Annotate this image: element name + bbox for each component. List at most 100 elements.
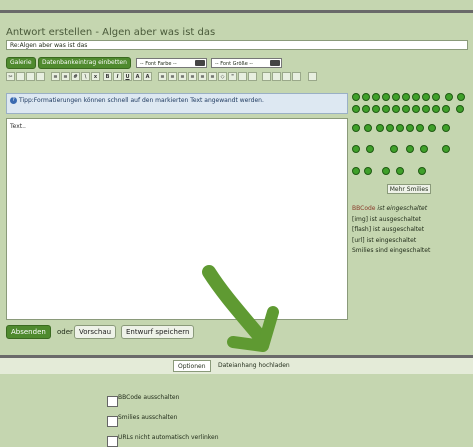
font-color-select[interactable]: -- Font Farbe -- (136, 58, 207, 68)
smiley-icon[interactable] (406, 145, 414, 153)
smiley-icon[interactable] (422, 93, 430, 101)
chevron-down-icon (195, 60, 205, 66)
smiley-icon[interactable] (432, 105, 440, 113)
smiley-icon[interactable] (392, 105, 400, 113)
smiley-icon[interactable] (457, 93, 465, 101)
smiley-icon[interactable] (352, 124, 360, 132)
smiley-icon[interactable] (456, 105, 464, 113)
copy-icon[interactable] (16, 72, 25, 81)
smiley-icon[interactable] (382, 167, 390, 175)
indent-icon[interactable]: ≡ (198, 72, 207, 81)
save-draft-button[interactable]: Entwurf speichern (121, 325, 195, 339)
bbcode-off-label: BBCode ausschalten (118, 394, 180, 401)
subject-input[interactable]: Re:Algen aber was ist das (6, 40, 468, 50)
smiley-icon[interactable] (432, 93, 440, 101)
underline-icon[interactable]: U (123, 72, 132, 81)
align-right-icon[interactable]: ≡ (178, 72, 187, 81)
smiley-icon[interactable] (382, 105, 390, 113)
smiley-icon[interactable] (422, 105, 430, 113)
smiley-icon[interactable] (386, 124, 394, 132)
smiley-icon[interactable] (428, 124, 436, 132)
bbcode-status-line: BBCode ist eingeschaltet (352, 204, 430, 215)
editor-toolbar: ✂ ≡ ≡ # \ x B I U A A ≡ ≡ ≡ ≡ ≡ ≡ ◇ " (6, 72, 368, 84)
db-insert-button[interactable]: Datenbankeintrag einbetten (38, 57, 131, 69)
anchor-icon[interactable]: # (71, 72, 80, 81)
smilies-status: Smilies sind eingeschaltet (352, 247, 431, 254)
quote-icon[interactable]: " (228, 72, 237, 81)
save-icon[interactable] (308, 72, 317, 81)
smiley-icon[interactable] (412, 105, 420, 113)
smiley-icon[interactable] (418, 167, 426, 175)
smiley-icon[interactable] (362, 105, 370, 113)
media-icon[interactable] (248, 72, 257, 81)
urls-off-checkbox[interactable] (107, 436, 118, 447)
tip-box: ? Tipp:Formatierungen können schnell auf … (6, 93, 348, 114)
smiley-icon[interactable] (402, 93, 410, 101)
chevron-down-icon (270, 60, 280, 66)
smiley-icon[interactable] (442, 124, 450, 132)
smiley-icon[interactable] (416, 124, 424, 132)
smiley-icon[interactable] (362, 93, 370, 101)
preview-button[interactable]: Vorschau (74, 325, 117, 339)
smiley-icon[interactable] (442, 105, 450, 113)
bbcode-off-checkbox[interactable] (107, 396, 118, 407)
top-bar (0, 0, 473, 13)
smiley-icon[interactable] (366, 145, 374, 153)
smiley-icon[interactable] (364, 124, 372, 132)
tab-attachment[interactable]: Dateianhang hochladen (214, 360, 294, 372)
smiley-icon[interactable] (352, 93, 360, 101)
smiley-icon[interactable] (352, 167, 360, 175)
send-button[interactable]: Absenden (6, 325, 51, 339)
smiley-icon[interactable] (392, 93, 400, 101)
hr-icon[interactable]: \ (81, 72, 90, 81)
smiley-icon[interactable] (402, 105, 410, 113)
align-left-icon[interactable]: ≡ (158, 72, 167, 81)
smiley-icon[interactable] (396, 124, 404, 132)
smiley-icon[interactable] (372, 93, 380, 101)
bbcode-link[interactable]: BBCode (352, 205, 376, 212)
font-size-icon[interactable]: A (143, 72, 152, 81)
smiley-icon[interactable] (390, 145, 398, 153)
gallery-button[interactable]: Galerie (6, 57, 36, 69)
arrow-icon (202, 265, 279, 352)
smiley-icon[interactable] (396, 167, 404, 175)
smiley-icon[interactable] (376, 124, 384, 132)
bold-icon[interactable]: B (103, 72, 112, 81)
image-icon[interactable] (238, 72, 247, 81)
smiley-icon[interactable] (372, 105, 380, 113)
font-size-select[interactable]: -- Font Größe -- (211, 58, 282, 68)
smiley-icon[interactable] (442, 145, 450, 153)
info-icon: ? (10, 97, 17, 104)
message-textarea[interactable]: Text.. (6, 118, 348, 320)
search-icon[interactable] (292, 72, 301, 81)
list-ol-icon[interactable]: ≡ (61, 72, 70, 81)
align-justify-icon[interactable]: ≡ (188, 72, 197, 81)
smiley-icon[interactable] (382, 93, 390, 101)
link-icon[interactable] (262, 72, 271, 81)
align-center-icon[interactable]: ≡ (168, 72, 177, 81)
smiley-icon[interactable] (352, 145, 360, 153)
tip-text: Tipp:Formatierungen können schnell auf d… (19, 97, 264, 104)
cut-icon[interactable]: ✂ (6, 72, 15, 81)
italic-icon[interactable]: I (113, 72, 122, 81)
tab-options[interactable]: Optionen (173, 360, 211, 372)
smiley-icon[interactable] (364, 167, 372, 175)
smiley-icon[interactable] (412, 93, 420, 101)
list-ul-icon[interactable]: ≡ (51, 72, 60, 81)
email-icon[interactable] (282, 72, 291, 81)
outdent-icon[interactable]: ≡ (208, 72, 217, 81)
smilies-off-checkbox[interactable] (107, 416, 118, 427)
smiley-icon[interactable] (445, 93, 453, 101)
subscript-icon[interactable]: x (91, 72, 100, 81)
smiley-icon[interactable] (352, 105, 360, 113)
bbcode-state: ist eingeschaltet (375, 205, 428, 212)
smilies-off-label: Smilies ausschalten (118, 414, 178, 421)
paste-text-icon[interactable] (36, 72, 45, 81)
smiley-icon[interactable] (406, 124, 414, 132)
code-icon[interactable]: ◇ (218, 72, 227, 81)
paste-icon[interactable] (26, 72, 35, 81)
more-smilies-button[interactable]: Mehr Smilies (387, 184, 431, 194)
superscript-icon[interactable]: A (133, 72, 142, 81)
unlink-icon[interactable] (272, 72, 281, 81)
smiley-icon[interactable] (420, 145, 428, 153)
